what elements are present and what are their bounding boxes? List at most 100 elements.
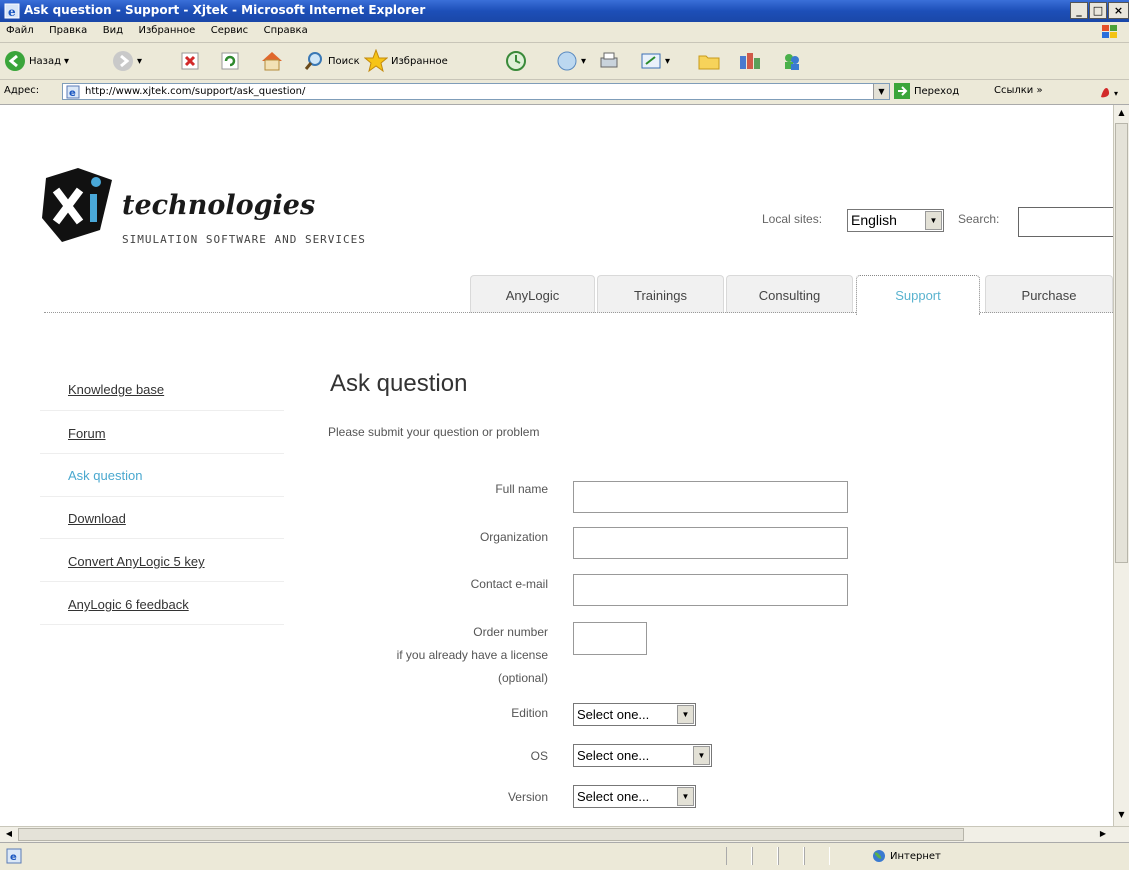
messenger-button[interactable]: [780, 49, 804, 73]
organization-label: Organization: [479, 530, 548, 544]
back-button[interactable]: Назад ▾: [4, 49, 69, 73]
address-dropdown-icon[interactable]: ▼: [873, 84, 889, 99]
tab-trainings[interactable]: Trainings: [597, 275, 724, 313]
tabs-divider-right: [980, 312, 1113, 313]
status-panels: [726, 847, 846, 865]
menu-help[interactable]: Справка: [258, 22, 314, 39]
home-button[interactable]: [260, 49, 284, 73]
close-button[interactable]: ×: [1108, 2, 1129, 19]
forward-arrow-icon: [113, 51, 133, 71]
messenger-icon: [785, 54, 799, 70]
sidebar-divider: [40, 496, 284, 497]
globe-icon: [873, 850, 885, 862]
organization-input[interactable]: [573, 527, 848, 559]
search-icon: [304, 52, 322, 70]
menu-edit[interactable]: Правка: [43, 22, 93, 39]
tab-support[interactable]: Support: [856, 275, 980, 315]
history-button[interactable]: [505, 49, 527, 73]
address-bar: Адрес: e http://www.xjtek.com/support/as…: [0, 80, 1129, 105]
print-button[interactable]: [598, 49, 620, 73]
maximize-button[interactable]: □: [1089, 2, 1107, 19]
page-content: technologies SIMULATION SOFTWARE AND SER…: [0, 105, 1113, 826]
chevron-down-icon: ▼: [925, 211, 942, 230]
vertical-scroll-thumb[interactable]: [1115, 123, 1128, 563]
horizontal-scrollbar[interactable]: ◀ ▶: [0, 826, 1129, 842]
back-label: Назад: [29, 55, 62, 67]
links-label: Ссылки: [994, 85, 1034, 96]
menu-view[interactable]: Вид: [97, 22, 129, 39]
menu-file[interactable]: Файл: [0, 22, 40, 39]
tab-anylogic[interactable]: AnyLogic: [470, 275, 595, 313]
edit-button[interactable]: ▾: [640, 49, 670, 73]
scroll-right-icon[interactable]: ▶: [1096, 827, 1110, 841]
vertical-scrollbar[interactable]: ▲ ▼: [1113, 105, 1129, 826]
acrobat-icon[interactable]: ▾: [1098, 84, 1124, 100]
scroll-up-icon[interactable]: ▲: [1115, 105, 1128, 121]
sidebar-item-knowledge-base[interactable]: Knowledge base: [68, 382, 164, 397]
sidebar-item-convert-key[interactable]: Convert AnyLogic 5 key: [68, 554, 205, 569]
menu-favorites[interactable]: Избранное: [132, 22, 201, 39]
version-label: Version: [507, 790, 548, 804]
status-panel: [726, 847, 752, 865]
window-title-bar[interactable]: e Ask question - Support - Xjtek - Micro…: [0, 0, 1129, 22]
horizontal-scroll-thumb[interactable]: [18, 828, 964, 841]
sidebar-item-ask-question[interactable]: Ask question: [68, 468, 142, 483]
research-icon: [740, 53, 760, 69]
tab-consulting[interactable]: Consulting: [726, 275, 853, 313]
edition-select[interactable]: Select one... ▼: [573, 703, 696, 726]
local-sites-value: English: [851, 212, 897, 228]
full-name-input[interactable]: [573, 481, 848, 513]
stop-button[interactable]: [180, 49, 200, 73]
address-input[interactable]: e http://www.xjtek.com/support/ask_quest…: [62, 83, 890, 100]
local-sites-select[interactable]: English ▼: [847, 209, 944, 232]
status-panel: [752, 847, 778, 865]
page-title: Ask question: [330, 370, 468, 397]
tabs-divider-left: [44, 312, 856, 313]
favorites-button[interactable]: Избранное: [364, 49, 448, 73]
edit-page-icon: [641, 53, 661, 69]
email-label: Contact e-mail: [470, 577, 548, 591]
scroll-down-icon[interactable]: ▼: [1115, 807, 1128, 823]
os-select-value: Select one...: [577, 748, 650, 763]
xj-logo-icon: [42, 168, 112, 242]
order-number-input[interactable]: [573, 622, 647, 655]
status-panel: [804, 847, 830, 865]
back-arrow-icon: [5, 51, 25, 71]
version-select[interactable]: Select one... ▼: [573, 785, 696, 808]
menu-tools[interactable]: Сервис: [205, 22, 254, 39]
printer-icon: [600, 52, 618, 68]
sidebar-divider: [40, 538, 284, 539]
status-bar: e Интернет: [0, 842, 1129, 870]
site-search-input[interactable]: [1018, 207, 1113, 237]
go-button[interactable]: Переход: [894, 83, 959, 99]
svg-text:▾: ▾: [1114, 89, 1118, 98]
folder-button[interactable]: [697, 49, 721, 73]
sidebar-item-forum[interactable]: Forum: [68, 426, 106, 441]
sidebar-item-feedback[interactable]: AnyLogic 6 feedback: [68, 597, 189, 612]
page-favicon-icon: e: [66, 85, 80, 99]
status-panel: [778, 847, 804, 865]
minimize-button[interactable]: _: [1070, 2, 1088, 19]
window-title: Ask question - Support - Xjtek - Microso…: [24, 3, 426, 17]
sidebar-divider: [40, 410, 284, 411]
research-button[interactable]: [738, 49, 762, 73]
chevron-down-icon: ▼: [677, 787, 694, 806]
favorites-label: Избранное: [391, 55, 448, 67]
tab-purchase[interactable]: Purchase: [985, 275, 1113, 313]
forward-button[interactable]: ▾: [112, 49, 142, 73]
logo-text: technologies: [122, 190, 316, 221]
search-button[interactable]: Поиск: [303, 49, 360, 73]
scroll-left-icon[interactable]: ◀: [2, 827, 16, 841]
links-button[interactable]: Ссылки »: [994, 85, 1043, 96]
go-label: Переход: [914, 85, 960, 97]
back-dropdown-icon: ▾: [64, 55, 70, 67]
favorites-star-icon: [364, 49, 388, 73]
sidebar-item-download[interactable]: Download: [68, 511, 126, 526]
chevron-right-icon: »: [1036, 85, 1043, 96]
mail-icon: [557, 51, 577, 71]
os-select[interactable]: Select one... ▼: [573, 744, 712, 767]
refresh-button[interactable]: [220, 49, 240, 73]
email-input[interactable]: [573, 574, 848, 606]
folder-icon: [698, 55, 720, 70]
mail-button[interactable]: ▾: [556, 49, 586, 73]
